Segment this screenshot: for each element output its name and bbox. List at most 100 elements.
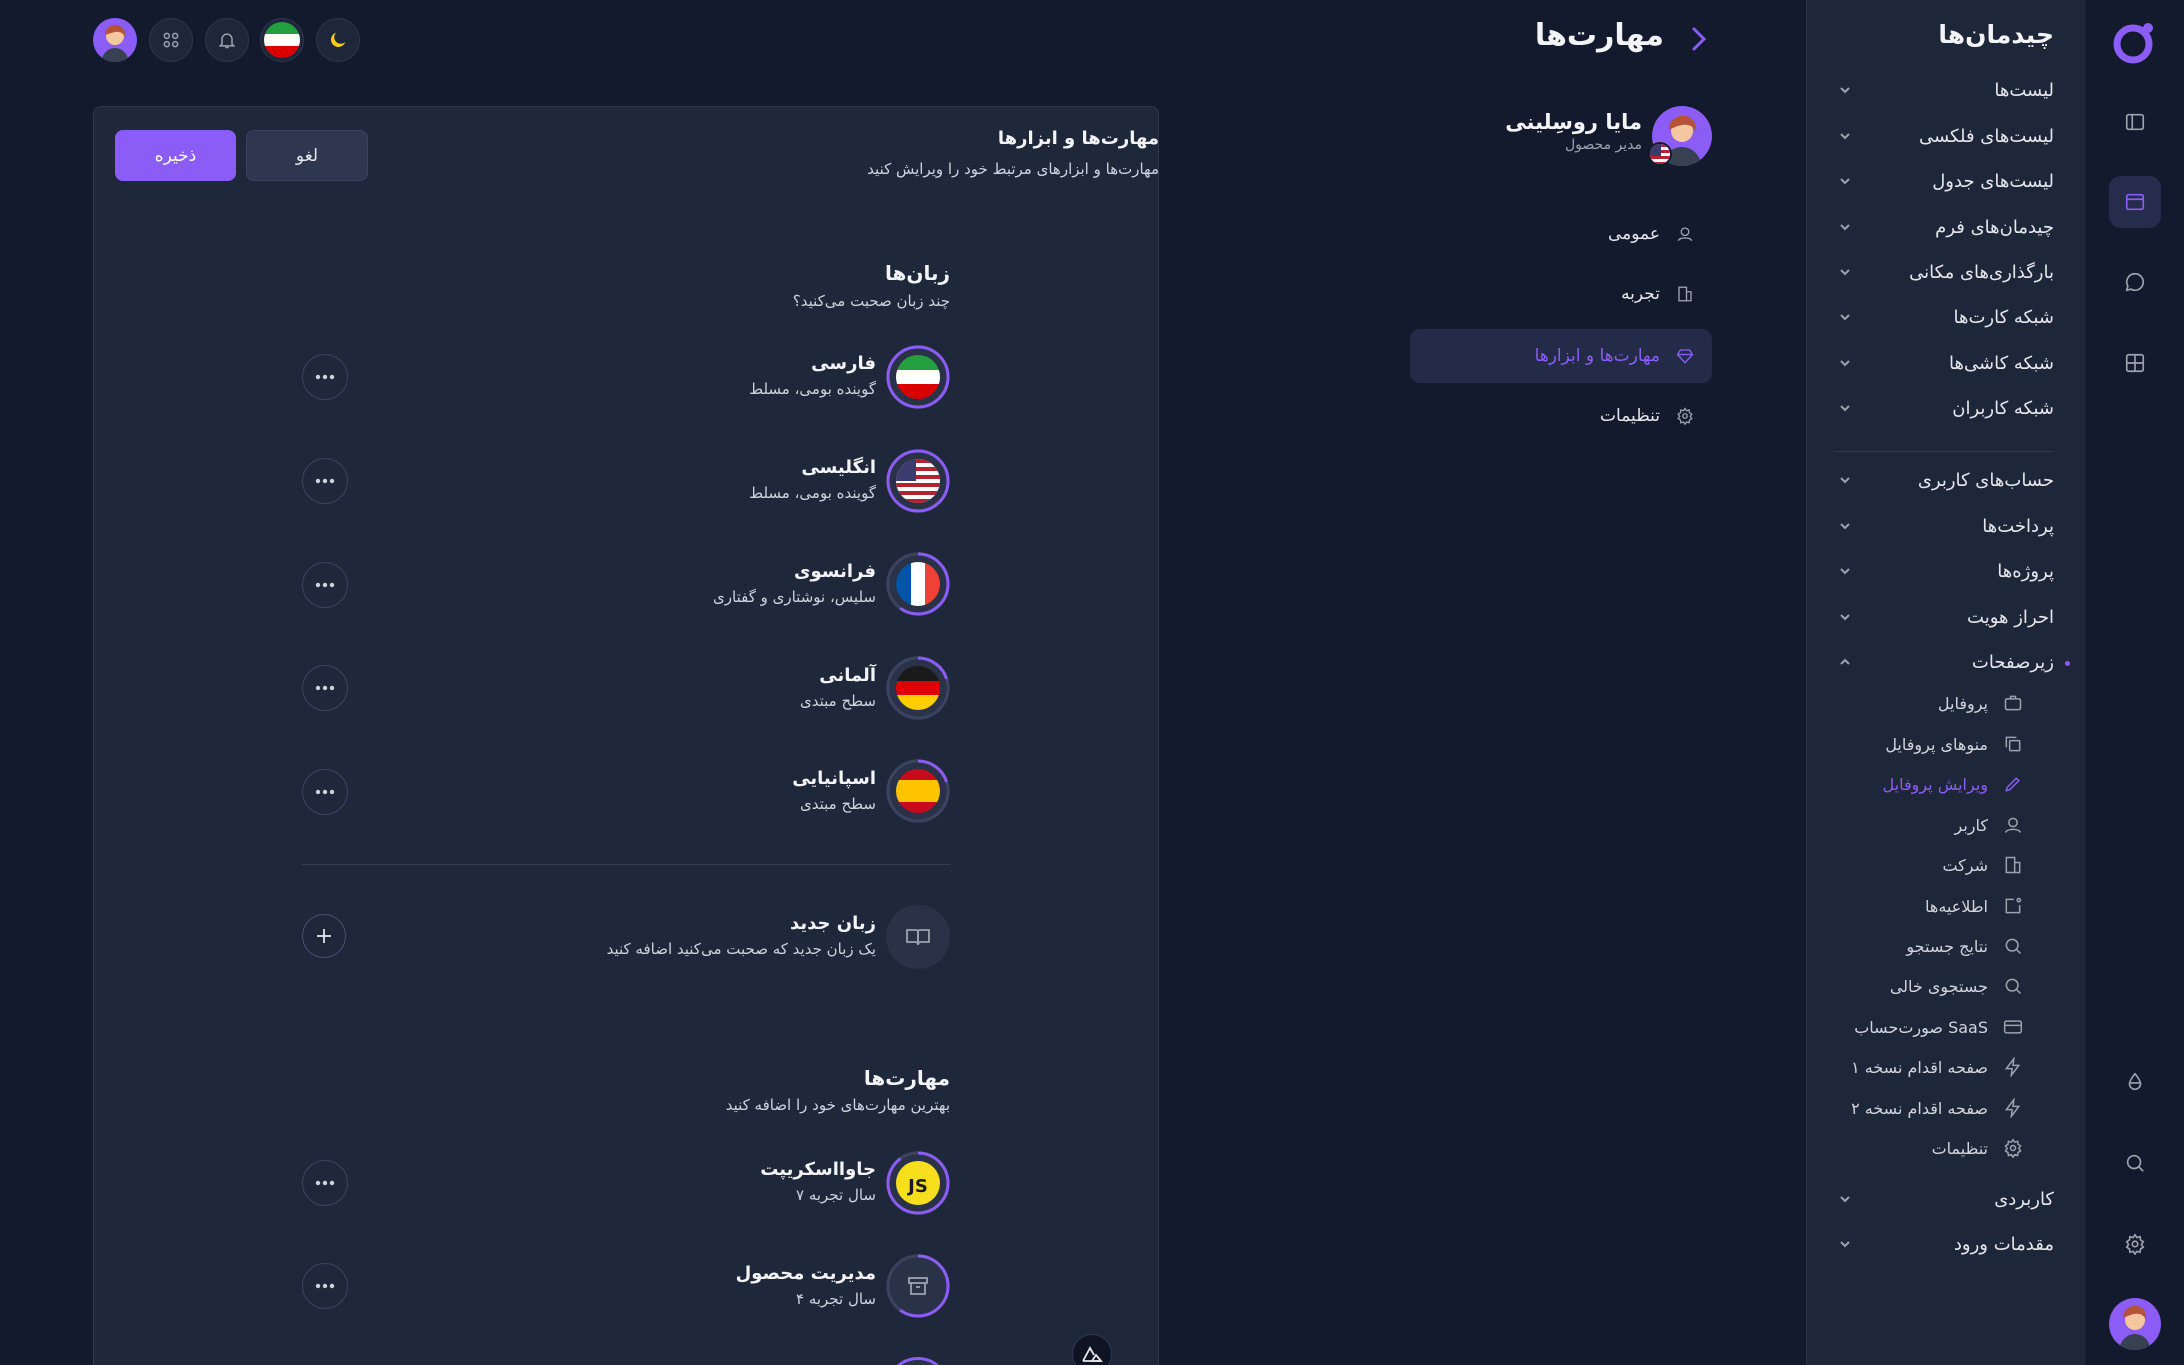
add-language-button[interactable] [302, 914, 346, 958]
sidebar-item-subpages[interactable]: زیرصفحات [1834, 645, 2054, 679]
sidebar-item-label: احراز هویت [1967, 606, 2054, 628]
book-icon [886, 905, 950, 969]
chevron-down-icon [1834, 261, 1856, 283]
sidebar-item-user-grid[interactable]: شبکه کاربران [1834, 391, 2054, 425]
search-icon [2000, 933, 2026, 959]
subpage-label: تنظیمات [1931, 1138, 1988, 1158]
subpage-edit-profile[interactable]: ویرایش پروفایل [1883, 767, 2027, 801]
chevron-down-icon [1834, 1188, 1856, 1210]
gear-icon [1674, 405, 1696, 427]
iran-flag-icon [896, 355, 940, 399]
moon-icon[interactable] [316, 18, 360, 62]
sidebar-item-placeload[interactable]: بارگذاری‌های مکانی [1834, 255, 2054, 289]
language-level: سطح مبتدی [799, 692, 876, 710]
language-name: آلمانی [819, 665, 876, 686]
subpage-empty-search[interactable]: جستجوی خالی [1890, 969, 2026, 1003]
more-options-button[interactable] [302, 1263, 348, 1309]
building-icon [2000, 852, 2026, 878]
profile-nav-skills[interactable]: مهارت‌ها و ابزارها [1410, 329, 1712, 383]
chevron-down-icon [1834, 606, 1856, 628]
spain-flag-icon [896, 769, 940, 813]
skill-name: جاوااسکریپت [760, 1159, 876, 1180]
skill-progress-ring: JS [886, 1151, 950, 1215]
grid-icon[interactable] [2109, 337, 2161, 389]
new-language-title: زبان جدید [789, 913, 876, 934]
language-name: اسپانیایی [792, 768, 876, 789]
sidebar-item-onboarding[interactable]: مقدمات ورود [1834, 1227, 2054, 1261]
language-progress-ring [886, 552, 950, 616]
more-options-button[interactable] [302, 769, 348, 815]
language-progress-ring [886, 656, 950, 720]
drop-icon[interactable] [2109, 1056, 2161, 1108]
subpage-action-v1[interactable]: صفحه اقدام نسخه ۱ [1851, 1050, 2026, 1084]
sidebar-item-label: زیرصفحات [1971, 651, 2054, 673]
save-button[interactable]: ذخیره [115, 130, 236, 181]
more-options-button[interactable] [302, 562, 348, 608]
sidebar: چیدمان‌ها لیست‌ها لیست‌های فلکسی لیست‌ها… [1806, 0, 2084, 1365]
sidebar-item-projects[interactable]: پروژه‌ها [1834, 554, 2054, 588]
france-flag-icon [896, 562, 940, 606]
subpage-notifications[interactable]: اطلاعیه‌ها [1925, 889, 2026, 923]
chevron-down-icon [1834, 79, 1856, 101]
profile-nav-label: تنظیمات [1600, 406, 1660, 426]
sidebar-item-accounts[interactable]: حساب‌های کاربری [1834, 463, 2054, 497]
svg-text:JS: JS [906, 1176, 928, 1197]
language-name: انگلیسی [801, 457, 876, 478]
language-flag-icon[interactable] [260, 18, 304, 62]
sidebar-item-auth[interactable]: احراز هویت [1834, 600, 2054, 634]
subpage-profile-menus[interactable]: منوهای پروفایل [1885, 727, 2026, 761]
more-options-button[interactable] [302, 1160, 348, 1206]
sidebar-item-tile-grid[interactable]: شبکه کاشی‌ها [1834, 346, 2054, 380]
back-chevron-icon[interactable] [1686, 24, 1712, 54]
sidebar-toggle-icon[interactable] [2109, 96, 2161, 148]
subpage-company[interactable]: شرکت [1942, 848, 2026, 882]
skill-experience: ۴ سال تجربه [796, 1290, 876, 1308]
us-flag-icon [1648, 142, 1672, 166]
profile-nav-experience[interactable]: تجربه [1410, 267, 1712, 321]
sidebar-item-utility[interactable]: کاربردی [1834, 1182, 2054, 1216]
sidebar-item-label: پروژه‌ها [1997, 560, 2054, 582]
language-level: سلیس، نوشتاری و گفتاری [713, 588, 876, 606]
sidebar-item-flex-lists[interactable]: لیست‌های فلکسی [1834, 119, 2054, 153]
subpage-action-v2[interactable]: صفحه اقدام نسخه ۲ [1851, 1091, 2026, 1125]
sidebar-item-lists[interactable]: لیست‌ها [1834, 73, 2054, 107]
subpage-settings[interactable]: تنظیمات [1932, 1131, 2026, 1165]
more-options-button[interactable] [302, 665, 348, 711]
subpage-profile[interactable]: پروفایل [1938, 686, 2026, 720]
user-avatar[interactable] [93, 18, 137, 62]
more-options-button[interactable] [302, 354, 348, 400]
language-level: گوینده بومی، مسلط [749, 380, 876, 398]
section-divider [302, 864, 950, 865]
bell-icon[interactable] [205, 18, 249, 62]
profile-nav-settings[interactable]: تنظیمات [1410, 389, 1712, 443]
languages-title: زبان‌ها [885, 261, 950, 285]
sidebar-item-label: شبکه کاربران [1952, 397, 2054, 419]
profile-nav-general[interactable]: عمومی [1410, 207, 1712, 261]
apps-grid-icon[interactable] [149, 18, 193, 62]
profile-name: مایا روسِلینی [1505, 110, 1642, 134]
cancel-button[interactable]: لغو [246, 130, 368, 181]
sidebar-item-card-grid[interactable]: شبکه کارت‌ها [1834, 300, 2054, 334]
sidebar-item-payments[interactable]: پرداخت‌ها [1834, 509, 2054, 543]
search-icon[interactable] [2109, 1137, 2161, 1189]
layout-icon[interactable] [2109, 176, 2161, 228]
more-options-button[interactable] [302, 458, 348, 504]
chevron-down-icon [1834, 125, 1856, 147]
sidebar-item-form-layouts[interactable]: چیدمان‌های فرم [1834, 210, 2054, 244]
sidebar-item-table-lists[interactable]: لیست‌های جدول [1834, 164, 2054, 198]
us-flag-icon [896, 459, 940, 503]
subpage-user[interactable]: کاربر [1955, 808, 2027, 842]
sidebar-divider [1834, 451, 2054, 452]
app-logo-icon[interactable] [2111, 18, 2159, 66]
chat-icon[interactable] [2109, 256, 2161, 308]
subpage-search-results[interactable]: نتایج جستجو [1906, 929, 2026, 963]
gear-icon[interactable] [2109, 1218, 2161, 1270]
subpage-saas-billing[interactable]: صورت‌حساب SaaS [1854, 1010, 2026, 1044]
pencil-icon [2000, 771, 2026, 797]
icon-rail [2084, 0, 2184, 1365]
archive-icon [896, 1264, 940, 1308]
chevron-down-icon [1834, 469, 1856, 491]
rail-avatar[interactable] [2109, 1298, 2161, 1350]
language-level: گوینده بومی، مسلط [749, 484, 876, 502]
subpage-label: شرکت [1942, 855, 1988, 875]
